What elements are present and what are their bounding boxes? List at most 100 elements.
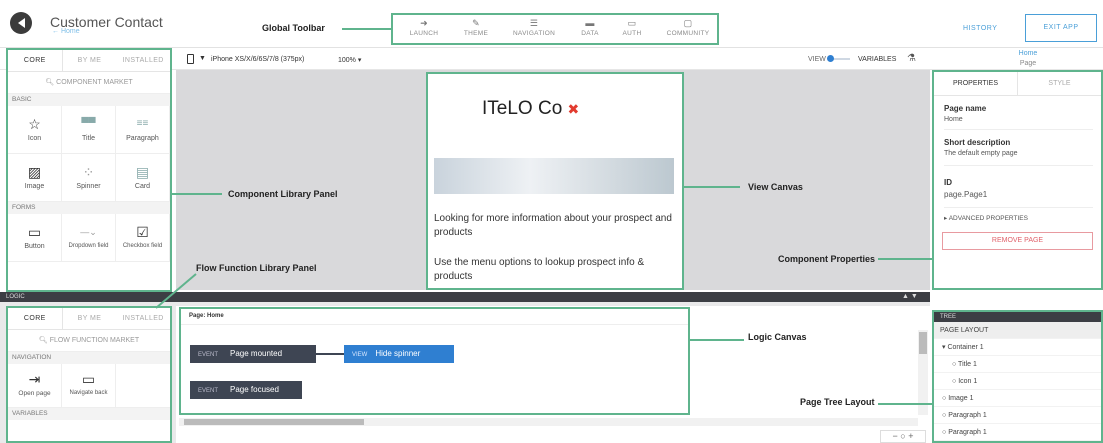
component-spinner[interactable]: ⁘ Spinner [62, 154, 116, 202]
annotation-view-canvas: View Canvas [748, 182, 803, 192]
zoom-select[interactable]: 100% ▾ [338, 56, 361, 64]
component-icon[interactable]: ☆ Icon [8, 106, 62, 154]
tab-core[interactable]: CORE [8, 50, 63, 71]
exit-app-button[interactable]: EXIT APP [1025, 14, 1097, 42]
phone-text-2: Use the menu options to lookup prospect … [434, 257, 645, 282]
page-layout-section: PAGE LAYOUT [934, 322, 1101, 339]
logic-canvas[interactable]: Page: Home EVENT Page mounted VIEW Hide sp… [179, 307, 690, 415]
component-checkbox[interactable]: ☑ Checkbox field [116, 214, 170, 262]
history-button[interactable]: HISTORY [963, 25, 997, 32]
page-name-field[interactable]: Home [944, 116, 1093, 130]
toolbar-navigation[interactable]: ☰ NAVIGATION [505, 17, 563, 37]
tree-node-icon[interactable]: ○ Icon 1 [934, 373, 1101, 390]
short-description-field[interactable]: The default empty page [944, 150, 1093, 166]
annotation-component-library: Component Library Panel [228, 189, 338, 199]
short-description-label: Short description [944, 138, 1011, 147]
toolbar-theme[interactable]: ✎ THEME [451, 17, 501, 37]
tab-fn-by-me[interactable]: BY ME [63, 308, 117, 329]
list-icon: ☰ [529, 18, 539, 28]
view-label: VIEW [808, 56, 826, 63]
empty-cell [116, 364, 170, 408]
caret-down-icon: ▼ [199, 55, 206, 62]
annotation-line [878, 258, 932, 260]
component-market-search[interactable]: 🔍︎ COMPONENT MARKET [8, 72, 170, 94]
divider [181, 324, 688, 325]
annotation-line [878, 403, 932, 405]
logic-scrollbar-thumb[interactable] [919, 332, 927, 354]
toolbar-launch[interactable]: ➜ LAUNCH [399, 17, 449, 37]
open-page-icon: ⇥ [28, 371, 41, 387]
component-paragraph[interactable]: ≡≡ Paragraph [116, 106, 170, 154]
tree-node-image[interactable]: ○ Image 1 [934, 390, 1101, 407]
back-home-link[interactable]: ← Home [52, 28, 80, 35]
event-page-focused[interactable]: EVENT Page focused [190, 381, 302, 399]
search-icon: 🔍︎ [45, 79, 57, 86]
page-tree-panel: TREE PAGE LAYOUT ▾ Container 1 ○ Title 1… [932, 310, 1103, 443]
view-hide-spinner[interactable]: VIEW Hide spinner [344, 345, 454, 363]
annotation-flow-function: Flow Function Library Panel [196, 263, 317, 273]
flow-function-market-search[interactable]: 🔍︎ FLOW FUNCTION MARKET [8, 330, 170, 352]
device-select[interactable]: iPhone XS/X/6/6S/7/8 (375px) [211, 56, 304, 63]
tab-properties[interactable]: PROPERTIES [934, 72, 1018, 95]
component-image[interactable]: ▨ Image [8, 154, 62, 202]
button-icon: ▭ [27, 224, 42, 240]
component-library-panel: CORE BY ME INSTALLED 🔍︎ COMPONENT MARKET… [6, 48, 172, 292]
advanced-properties-toggle[interactable]: ▸ ADVANCED PROPERTIES [944, 214, 1101, 222]
search-icon: 🔍︎ [38, 337, 50, 344]
page-name-label: Page name [944, 104, 987, 113]
tab-fn-core[interactable]: CORE [8, 308, 63, 329]
dropdown-icon: —⌄ [80, 227, 97, 237]
function-navigate-back[interactable]: ▭ Navigate back [62, 364, 116, 408]
hero-image [434, 158, 674, 194]
component-properties-panel: PROPERTIES STYLE Page name Home Short de… [932, 70, 1103, 290]
card-icon: ▤ [135, 164, 150, 180]
event-page-mounted[interactable]: EVENT Page mounted [190, 345, 316, 363]
flow-function-library-panel: CORE BY ME INSTALLED 🔍︎ FLOW FUNCTION MA… [6, 306, 172, 443]
view-canvas[interactable]: ITeLO Co ✖ Looking for more information … [426, 72, 684, 290]
logic-page-label: Page: Home [189, 313, 224, 319]
annotation-component-properties: Component Properties [778, 254, 876, 264]
view-toggle-knob [827, 55, 834, 62]
component-tabs: CORE BY ME INSTALLED [8, 50, 170, 72]
image-icon: ▨ [27, 164, 42, 180]
component-dropdown[interactable]: —⌄ Dropdown field [62, 214, 116, 262]
bug-icon[interactable]: ⚗ [907, 53, 916, 64]
annotation-logic-canvas: Logic Canvas [748, 332, 807, 342]
tree-node-paragraph[interactable]: ○ Paragraph 1 [934, 407, 1101, 424]
toolbar-community[interactable]: ▢ COMMUNITY [659, 17, 717, 37]
toolbar-auth[interactable]: ▭ AUTH [607, 17, 657, 37]
tab-style[interactable]: STYLE [1018, 72, 1101, 95]
function-open-page[interactable]: ⇥ Open page [8, 364, 62, 408]
title-icon: ▀▀ [81, 118, 96, 129]
breadcrumb-page: Page [1019, 60, 1037, 67]
function-tabs: CORE BY ME INSTALLED [8, 308, 170, 330]
chat-icon: ▢ [683, 18, 693, 28]
phone-brand: ITeLO Co ✖ [482, 98, 580, 119]
collapse-logic-icon[interactable]: ▲ ▼ [902, 292, 918, 302]
tree-node-container[interactable]: ▾ Container 1 [934, 339, 1101, 356]
tab-installed[interactable]: INSTALLED [116, 50, 170, 71]
tab-by-me[interactable]: BY ME [63, 50, 117, 71]
zoom-controls[interactable]: − ○ + [880, 430, 926, 443]
spinner-icon: ⁘ [82, 164, 95, 180]
brand-logo-icon: ✖ [567, 101, 580, 117]
variables-label[interactable]: VARIABLES [858, 56, 896, 63]
logic-hscroll-thumb[interactable] [184, 419, 364, 425]
annotation-global-toolbar: Global Toolbar [262, 23, 325, 33]
annotation-line [342, 28, 392, 30]
annotation-line [172, 193, 222, 195]
id-label: ID [944, 178, 952, 187]
component-card[interactable]: ▤ Card [116, 154, 170, 202]
remove-page-button[interactable]: REMOVE PAGE [942, 232, 1093, 250]
component-title[interactable]: ▀▀ Title [62, 106, 116, 154]
component-button[interactable]: ▭ Button [8, 214, 62, 262]
tree-header: TREE [934, 312, 1101, 322]
section-navigation: NAVIGATION [8, 352, 170, 364]
phone-text-1: Looking for more information about your … [434, 213, 672, 238]
tree-node-title[interactable]: ○ Title 1 [934, 356, 1101, 373]
annotation-page-tree: Page Tree Layout [800, 397, 875, 407]
section-forms: FORMS [8, 202, 170, 214]
breadcrumb-home: Home [1018, 50, 1038, 57]
brush-icon: ✎ [472, 18, 480, 28]
tree-node-paragraph[interactable]: ○ Paragraph 1 [934, 424, 1101, 441]
